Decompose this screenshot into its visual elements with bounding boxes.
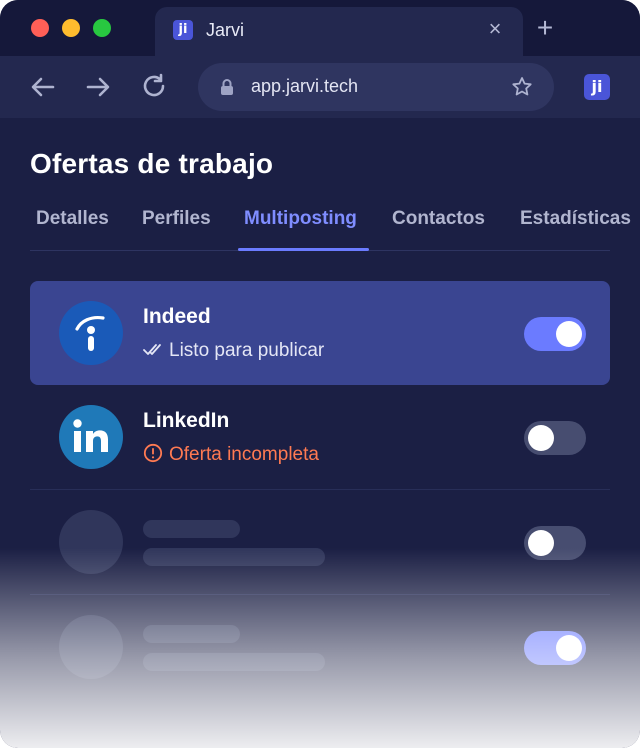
tab-multiposting[interactable]: Multiposting xyxy=(244,208,357,230)
maximize-window-button[interactable] xyxy=(93,19,111,37)
tab-title: Jarvi xyxy=(206,20,245,40)
indeed-toggle[interactable] xyxy=(524,317,586,351)
browser-toolbar: app.jarvi.tech ji xyxy=(0,56,640,118)
address-bar[interactable]: app.jarvi.tech xyxy=(198,63,554,111)
indeed-logo-icon xyxy=(59,301,123,365)
jarvi-favicon-icon: ji xyxy=(173,20,193,40)
url-text: app.jarvi.tech xyxy=(251,76,359,96)
new-tab-plus-icon[interactable]: + xyxy=(532,14,558,42)
skeleton-title xyxy=(143,520,240,538)
title-bar: ji Jarvi × + xyxy=(0,0,640,56)
job-board-row-placeholder xyxy=(30,490,610,594)
placeholder-toggle[interactable] xyxy=(524,526,586,560)
forward-arrow-icon[interactable] xyxy=(83,72,113,102)
tab-estadisticas[interactable]: Estadísticas xyxy=(520,208,631,230)
double-check-icon xyxy=(143,339,163,359)
browser-window: ji Jarvi × + app.jarvi.tech ji Ofertas d… xyxy=(0,0,640,748)
skeleton-avatar xyxy=(59,510,123,574)
job-board-row-placeholder xyxy=(30,595,610,699)
skeleton-status xyxy=(143,548,325,566)
job-board-name: LinkedIn xyxy=(143,409,230,432)
job-board-row-linkedin[interactable]: LinkedIn Oferta incompleta xyxy=(30,385,610,489)
job-board-status: Oferta incompleta xyxy=(143,443,319,466)
jarvi-extension-icon[interactable]: ji xyxy=(584,74,610,100)
linkedin-logo-icon xyxy=(59,405,123,469)
job-board-status: Listo para publicar xyxy=(143,339,324,362)
job-board-name: Indeed xyxy=(143,305,211,328)
active-tab-indicator xyxy=(238,248,369,251)
job-board-status-text: Oferta incompleta xyxy=(169,444,319,465)
warning-circle-icon xyxy=(143,443,163,463)
skeleton-title xyxy=(143,625,240,643)
close-tab-icon[interactable]: × xyxy=(483,17,507,41)
job-board-row-indeed[interactable]: Indeed Listo para publicar xyxy=(30,281,610,385)
skeleton-status xyxy=(143,653,325,671)
minimize-window-button[interactable] xyxy=(62,19,80,37)
skeleton-avatar xyxy=(59,615,123,679)
toggle-knob xyxy=(556,635,582,661)
tab-contactos[interactable]: Contactos xyxy=(392,208,485,230)
bookmark-star-icon[interactable] xyxy=(510,75,534,99)
toggle-knob xyxy=(556,321,582,347)
tab-perfiles[interactable]: Perfiles xyxy=(142,208,211,230)
section-tabs: Detalles Perfiles Multiposting Contactos… xyxy=(0,208,640,252)
toggle-knob xyxy=(528,530,554,556)
placeholder-toggle[interactable] xyxy=(524,631,586,665)
reload-icon[interactable] xyxy=(139,72,169,102)
page-title: Ofertas de trabajo xyxy=(30,148,274,179)
browser-tab[interactable]: ji Jarvi × xyxy=(155,7,523,56)
tab-detalles[interactable]: Detalles xyxy=(36,208,109,230)
job-board-status-text: Listo para publicar xyxy=(169,340,325,361)
page-content: Ofertas de trabajo Detalles Perfiles Mul… xyxy=(0,118,640,748)
lock-icon xyxy=(218,78,236,96)
back-arrow-icon[interactable] xyxy=(28,72,58,102)
toggle-knob xyxy=(528,425,554,451)
close-window-button[interactable] xyxy=(31,19,49,37)
linkedin-toggle[interactable] xyxy=(524,421,586,455)
